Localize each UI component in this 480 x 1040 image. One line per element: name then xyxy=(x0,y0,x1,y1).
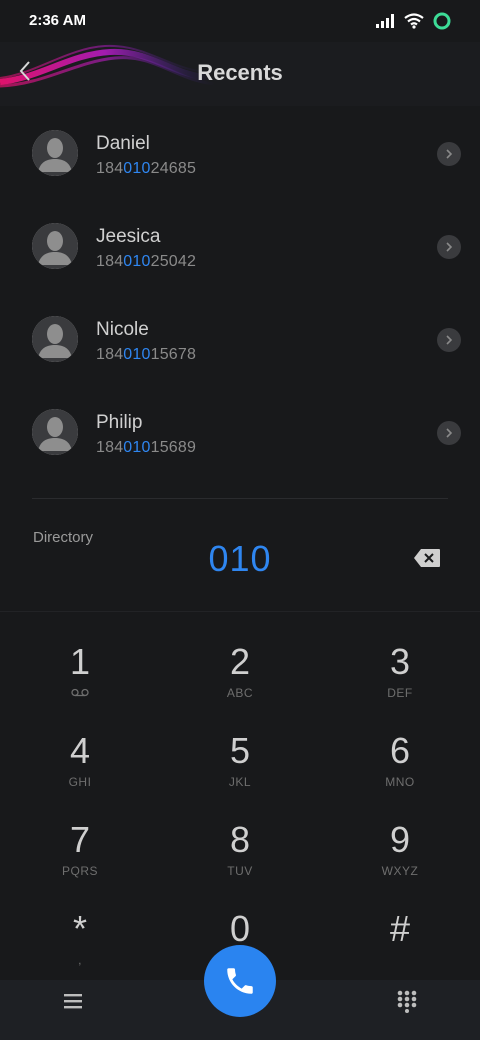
avatar xyxy=(32,223,78,269)
contact-name: Jeesica xyxy=(96,226,161,247)
contact-detail-button[interactable] xyxy=(437,328,461,352)
contact-row[interactable]: Philip 18401015689 xyxy=(0,385,480,478)
number-suffix: 15678 xyxy=(150,346,197,363)
key-6[interactable]: 6 MNO xyxy=(340,729,460,809)
dialpad-icon xyxy=(397,990,417,1013)
contact-row[interactable]: Nicole 18401015678 xyxy=(0,292,480,385)
dialed-number-display: 010 xyxy=(208,538,272,579)
status-bar: 2:36 AM xyxy=(0,0,480,42)
number-suffix: 24685 xyxy=(150,160,197,177)
key-letters: TUV xyxy=(227,864,253,878)
person-icon xyxy=(32,130,78,176)
key-digit: # xyxy=(389,908,411,949)
key-digit: 8 xyxy=(229,819,251,860)
key-3[interactable]: 3 DEF xyxy=(340,640,460,720)
key-2[interactable]: 2 ABC xyxy=(180,640,300,720)
wifi-icon xyxy=(404,13,424,29)
page-title: Recents xyxy=(197,60,283,85)
key-letters: ABC xyxy=(226,686,254,700)
person-icon xyxy=(32,223,78,269)
chevron-right-icon xyxy=(446,149,453,159)
contact-number: 18401025042 xyxy=(96,253,196,271)
hamburger-menu-icon xyxy=(64,994,82,1009)
contact-detail-button[interactable] xyxy=(437,235,461,259)
chevron-right-icon xyxy=(446,428,453,438)
key-digit: * xyxy=(72,908,87,949)
status-time: 2:36 AM xyxy=(29,12,86,29)
key-hash[interactable]: # xyxy=(340,907,460,987)
key-letters: MNO xyxy=(385,775,415,789)
contact-name: Philip xyxy=(96,412,143,433)
key-letters: , xyxy=(78,953,82,967)
number-prefix: 184 xyxy=(96,439,124,456)
contact-name: Daniel xyxy=(96,133,150,154)
contact-row[interactable]: Jeesica 18401025042 xyxy=(0,199,480,292)
backspace-icon xyxy=(414,549,440,567)
number-match: 010 xyxy=(123,253,151,270)
key-9[interactable]: 9 WXYZ xyxy=(340,818,460,898)
chevron-right-icon xyxy=(446,242,453,252)
person-icon xyxy=(32,316,78,362)
key-digit: 9 xyxy=(389,819,411,860)
person-icon xyxy=(32,409,78,455)
contact-detail-button[interactable] xyxy=(437,142,461,166)
contact-detail-button[interactable] xyxy=(437,421,461,445)
key-letters: PQRS xyxy=(61,864,98,878)
voicemail-icon xyxy=(20,686,140,700)
contact-number: 18401015678 xyxy=(96,346,196,364)
menu-button[interactable] xyxy=(62,990,84,1012)
status-icons xyxy=(376,11,452,31)
key-letters: GHI xyxy=(68,775,92,789)
number-suffix: 15689 xyxy=(150,439,197,456)
call-button[interactable] xyxy=(204,945,276,1017)
number-prefix: 184 xyxy=(96,160,124,177)
key-digit: 6 xyxy=(389,730,411,771)
battery-ring-icon xyxy=(433,12,451,30)
chevron-right-icon xyxy=(446,335,453,345)
key-letters: DEF xyxy=(387,686,413,700)
key-letters: JKL xyxy=(228,775,252,789)
key-4[interactable]: 4 GHI xyxy=(20,729,140,809)
signal-icon xyxy=(376,14,394,28)
key-digit: 5 xyxy=(229,730,251,771)
avatar xyxy=(32,130,78,176)
divider xyxy=(32,498,448,499)
recents-list: Daniel 18401024685 Jeesica 18401025042 N… xyxy=(0,106,480,478)
key-digit: 4 xyxy=(69,730,91,771)
key-digit: 2 xyxy=(229,641,251,682)
dialpad-toggle-button[interactable] xyxy=(396,989,418,1013)
key-letters: WXYZ xyxy=(381,864,419,878)
avatar xyxy=(32,316,78,362)
avatar xyxy=(32,409,78,455)
header: Recents xyxy=(0,42,480,106)
backspace-button[interactable] xyxy=(413,548,441,568)
key-1[interactable]: 1 xyxy=(20,640,140,720)
number-match: 010 xyxy=(123,439,151,456)
number-prefix: 184 xyxy=(96,253,124,270)
keypad-separator xyxy=(0,611,480,612)
key-5[interactable]: 5 JKL xyxy=(180,729,300,809)
key-7[interactable]: 7 PQRS xyxy=(20,818,140,898)
number-suffix: 25042 xyxy=(150,253,197,270)
key-digit: 7 xyxy=(69,819,91,860)
key-8[interactable]: 8 TUV xyxy=(180,818,300,898)
contact-number: 18401015689 xyxy=(96,439,196,457)
contact-number: 18401024685 xyxy=(96,160,196,178)
number-match: 010 xyxy=(123,346,151,363)
phone-icon xyxy=(227,968,253,994)
key-star[interactable]: * , xyxy=(20,907,140,987)
key-digit: 1 xyxy=(69,641,91,682)
number-match: 010 xyxy=(123,160,151,177)
contact-name: Nicole xyxy=(96,319,149,340)
number-prefix: 184 xyxy=(96,346,124,363)
contact-row[interactable]: Daniel 18401024685 xyxy=(0,106,480,199)
key-digit: 3 xyxy=(389,641,411,682)
